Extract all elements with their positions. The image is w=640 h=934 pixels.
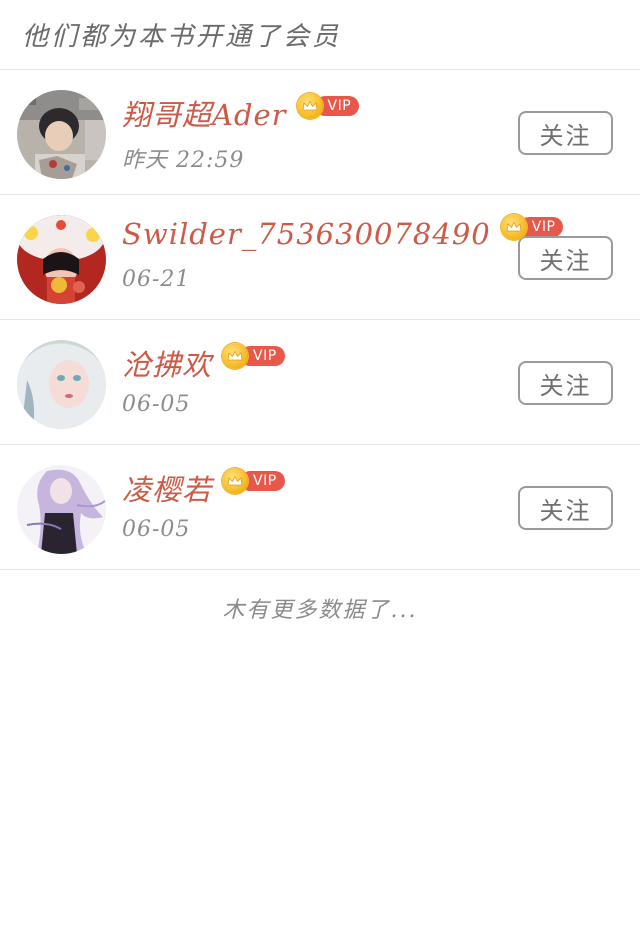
member-list: 翔哥超Ader VIP 昨天 22:59 关注 Swilder_75363007… xyxy=(0,70,640,570)
crown-icon xyxy=(222,343,249,369)
page-title: 他们都为本书开通了会员 xyxy=(22,22,342,52)
timestamp: 06-21 xyxy=(122,267,191,292)
timestamp: 06-05 xyxy=(122,392,191,417)
avatar-boy-photo-icon xyxy=(17,90,106,179)
username[interactable]: 凌樱若 xyxy=(122,467,212,509)
list-item[interactable]: 凌樱若 VIP 06-05 关注 xyxy=(0,445,640,570)
avatar-purple-hair-girl-icon xyxy=(17,465,106,554)
vip-badge: VIP xyxy=(222,468,285,494)
timestamp: 昨天 22:59 xyxy=(122,148,245,173)
list-item[interactable]: 翔哥超Ader VIP 昨天 22:59 关注 xyxy=(0,70,640,195)
username[interactable]: 沧拂欢 xyxy=(122,342,212,384)
name-line: 凌樱若 VIP xyxy=(122,467,285,509)
list-item[interactable]: 沧拂欢 VIP 06-05 关注 xyxy=(0,320,640,445)
page-header: 他们都为本书开通了会员 xyxy=(0,0,640,70)
vip-badge: VIP xyxy=(222,343,285,369)
name-line: Swilder_753630078490 VIP xyxy=(122,214,564,251)
name-line: 沧拂欢 VIP xyxy=(122,342,285,384)
follow-button[interactable]: 关注 xyxy=(518,111,613,155)
avatar[interactable] xyxy=(17,340,106,429)
vip-badge: VIP xyxy=(296,93,360,119)
name-line: 翔哥超Ader VIP xyxy=(122,92,360,134)
follow-button[interactable]: 关注 xyxy=(518,236,613,280)
avatar-white-hair-girl-icon xyxy=(17,340,106,429)
follow-button[interactable]: 关注 xyxy=(518,486,613,530)
crown-icon xyxy=(500,214,527,240)
crown-icon xyxy=(296,93,323,119)
avatar[interactable] xyxy=(17,90,106,179)
list-item[interactable]: Swilder_753630078490 VIP 06-21 关注 xyxy=(0,195,640,320)
username[interactable]: Swilder_753630078490 xyxy=(122,217,491,251)
avatar-lion-dance-girl-icon xyxy=(17,215,106,304)
avatar[interactable] xyxy=(17,465,106,554)
timestamp: 06-05 xyxy=(122,517,191,542)
follow-button[interactable]: 关注 xyxy=(518,361,613,405)
no-more-data-text: 木有更多数据了... xyxy=(222,598,418,623)
username[interactable]: 翔哥超Ader xyxy=(122,92,287,134)
avatar[interactable] xyxy=(17,215,106,304)
crown-icon xyxy=(222,468,249,494)
